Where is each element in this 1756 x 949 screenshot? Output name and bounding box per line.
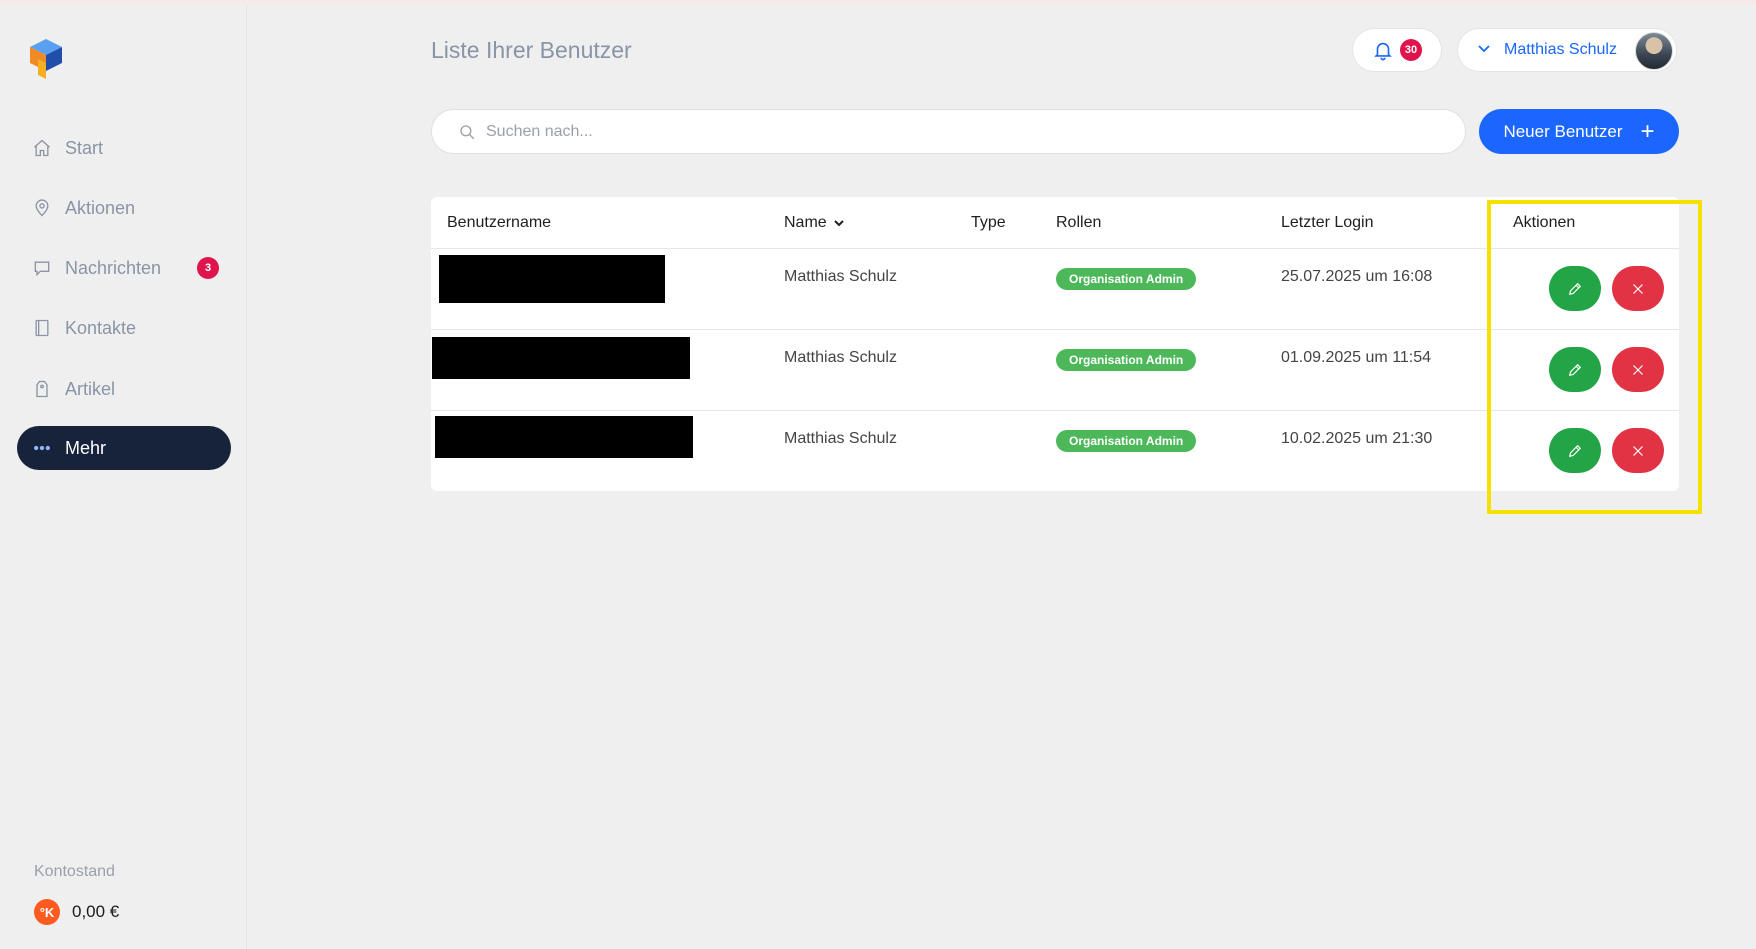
sidebar-item-label: Kontakte [65,317,137,338]
delete-button[interactable] [1612,266,1664,311]
close-icon [1633,445,1643,456]
users-table: Benutzername Name Type Rollen Letzter Lo… [431,197,1679,491]
messages-count-badge: 3 [197,257,219,279]
column-header-aktionen: Aktionen [1513,214,1576,231]
redacted-username [439,255,665,303]
tag-icon [31,378,53,400]
delete-button[interactable] [1612,347,1664,392]
role-badge: Organisation Admin [1056,268,1197,290]
home-icon [31,137,53,159]
table-row: Matthias Schulz Organisation Admin 25.07… [431,248,1679,329]
sidebar-item-label: Start [65,137,104,158]
coin-icon: °K [34,899,60,925]
table-row: Matthias Schulz Organisation Admin 01.09… [431,329,1679,410]
edit-button[interactable] [1549,428,1601,473]
pencil-icon [1568,282,1582,295]
balance-label: Kontostand [34,863,115,880]
location-icon [31,197,53,219]
user-fullname: Matthias Schulz [784,349,897,366]
redacted-username [432,337,690,379]
user-name: Matthias Schulz [1504,41,1617,58]
sidebar-item-label: Nachrichten [65,257,162,278]
sidebar-item-kontakte[interactable]: Kontakte [17,306,231,350]
delete-button[interactable] [1612,428,1664,473]
new-user-button[interactable]: Neuer Benutzer + [1479,109,1679,154]
column-header-type[interactable]: Type [971,214,1006,232]
contacts-book-icon [31,317,53,339]
new-user-button-label: Neuer Benutzer [1503,121,1623,141]
search-icon [460,124,475,139]
user-fullname: Matthias Schulz [784,430,897,447]
sidebar-item-artikel[interactable]: Artikel [17,367,231,411]
column-header-letzter-login[interactable]: Letzter Login [1281,214,1374,232]
table-row: Matthias Schulz Organisation Admin 10.02… [431,410,1679,491]
search-input[interactable] [486,122,1386,141]
column-header-name[interactable]: Name [784,214,845,232]
sidebar-item-label: Aktionen [65,197,136,218]
last-login: 10.02.2025 um 21:30 [1281,430,1433,447]
close-icon [1633,364,1643,375]
role-badge: Organisation Admin [1056,430,1197,452]
last-login: 01.09.2025 um 11:54 [1281,349,1432,366]
chevron-down-icon [1476,40,1492,61]
redacted-username [435,416,693,458]
user-menu-button[interactable]: Matthias Schulz [1457,28,1677,72]
sidebar-item-nachrichten[interactable]: Nachrichten 3 [17,246,231,290]
close-icon [1633,283,1643,294]
column-header-rollen[interactable]: Rollen [1056,214,1101,232]
notifications-count-badge: 30 [1400,39,1422,61]
column-header-benutzername[interactable]: Benutzername [447,214,551,232]
more-dots-icon [31,437,53,459]
plus-icon: + [1640,117,1655,145]
pencil-icon [1568,444,1582,457]
chat-icon [31,257,53,279]
notifications-button[interactable]: 30 [1352,28,1442,72]
sidebar-item-start[interactable]: Start [17,126,231,170]
edit-button[interactable] [1549,266,1601,311]
last-login: 25.07.2025 um 16:08 [1281,268,1433,285]
sidebar-item-label: Mehr [65,437,107,458]
sidebar-item-label: Artikel [65,378,116,399]
bell-icon [1374,42,1392,61]
sidebar: Start Aktionen Nachrichten 3 Kontakte Ar… [0,5,247,949]
search-bar [431,109,1466,154]
page-title: Liste Ihrer Benutzer [431,37,632,63]
chevron-down-icon [833,220,844,227]
pencil-icon [1568,363,1582,376]
top-accent-line [0,0,1756,5]
balance-row: °K 0,00 € [34,899,119,925]
role-badge: Organisation Admin [1056,349,1197,371]
user-fullname: Matthias Schulz [784,268,897,285]
edit-button[interactable] [1549,347,1601,392]
app-logo-icon[interactable] [26,37,66,81]
balance-value: 0,00 € [72,902,120,921]
sidebar-item-aktionen[interactable]: Aktionen [17,186,231,230]
sidebar-item-mehr[interactable]: Mehr [17,426,231,470]
avatar [1635,32,1673,70]
